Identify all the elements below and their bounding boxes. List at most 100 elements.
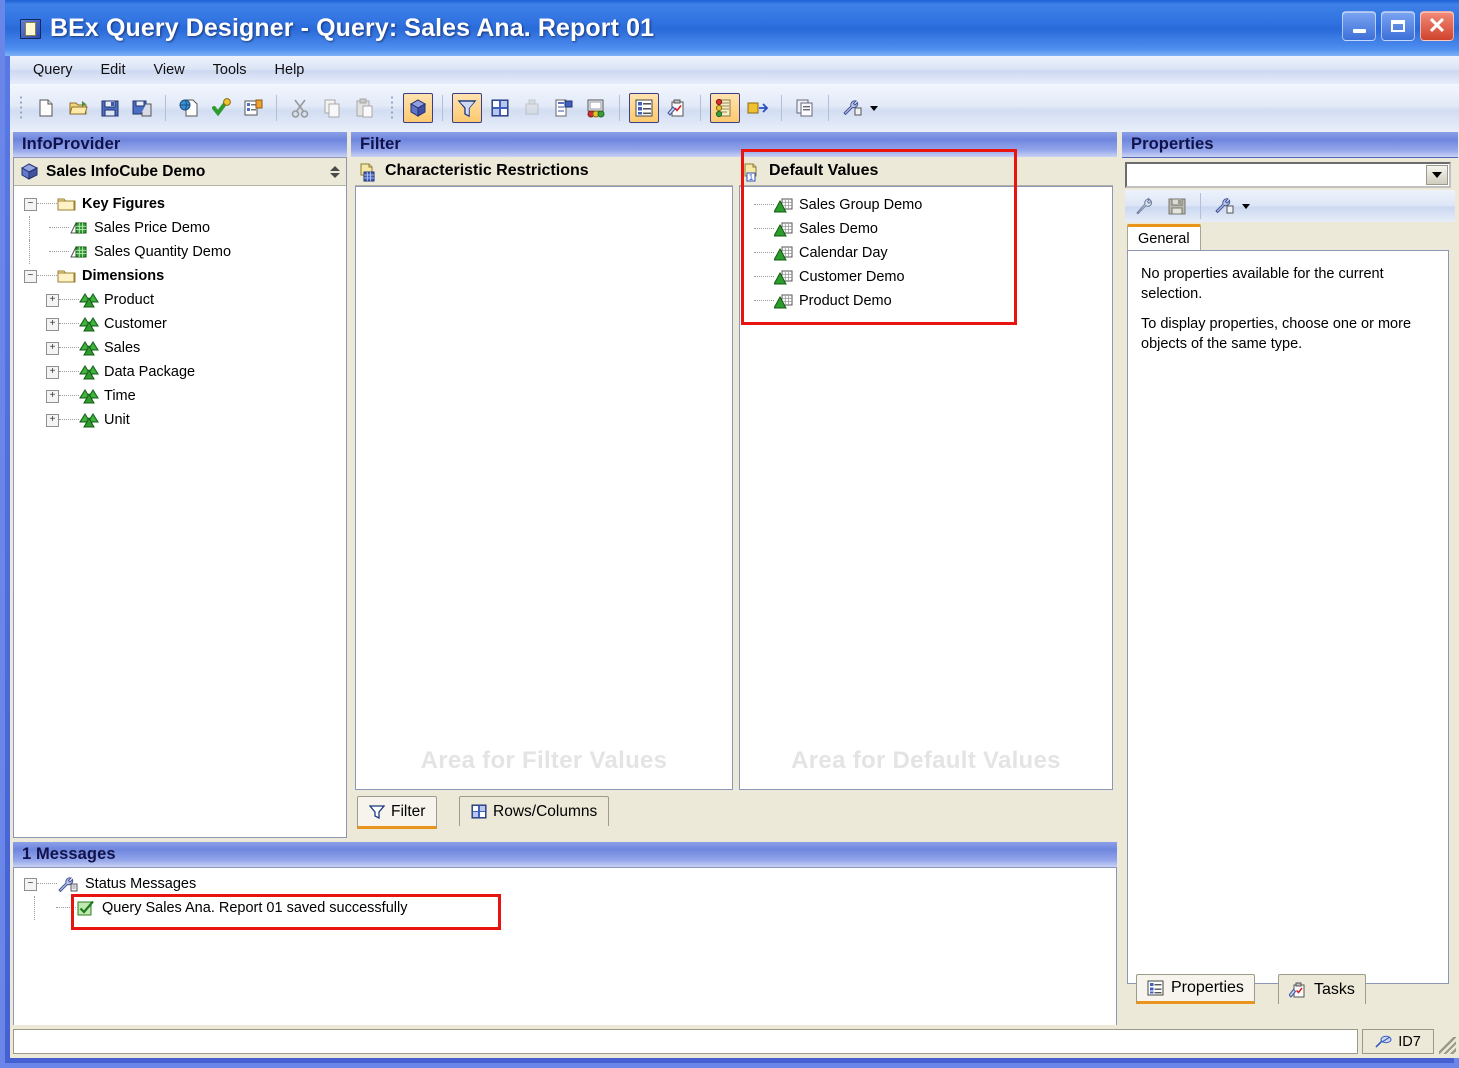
toolbar-grip-icon[interactable] — [19, 95, 23, 121]
characteristic-restrictions-area[interactable]: Area for Filter Values — [355, 186, 733, 790]
rows-columns-button[interactable] — [486, 94, 514, 122]
paste-button[interactable] — [350, 94, 378, 122]
folder-icon — [57, 268, 76, 285]
tree-node-product[interactable]: + Product — [14, 288, 346, 312]
tree-label: Data Package — [104, 364, 196, 380]
messages-button[interactable] — [710, 93, 740, 123]
tree-node-sales[interactable]: + Sales — [14, 336, 346, 360]
messages-panel: 1 Messages − Status Messages Query Sales… — [13, 842, 1117, 1027]
filter-button[interactable] — [452, 93, 482, 123]
undo-button[interactable] — [1131, 192, 1159, 220]
where-used-button[interactable] — [744, 94, 772, 122]
collapse-icon[interactable]: − — [24, 877, 37, 891]
maximize-button[interactable] — [1381, 11, 1415, 41]
main-toolbar — [10, 84, 1459, 133]
tab-general[interactable]: General — [1127, 224, 1201, 251]
system-id-field[interactable]: ID7 — [1362, 1029, 1434, 1054]
tree-node-sales-price-demo[interactable]: Sales Price Demo — [14, 216, 346, 240]
default-values-list: Sales Group Demo Sales Demo Calendar Day… — [740, 187, 1112, 313]
conditions-button[interactable] — [550, 94, 578, 122]
query-properties-button[interactable] — [239, 94, 267, 122]
bottom-tab-tasks[interactable]: Tasks — [1278, 974, 1366, 1004]
default-value-item[interactable]: Customer Demo — [754, 265, 1112, 289]
minimize-button[interactable] — [1342, 11, 1376, 41]
settings-dropdown-icon[interactable] — [870, 105, 878, 111]
cut-button[interactable] — [286, 94, 314, 122]
tree-node-unit[interactable]: + Unit — [14, 408, 346, 432]
properties-content: No properties available for the current … — [1127, 250, 1449, 984]
tree-label: Product — [104, 292, 154, 308]
properties-title: Properties — [1131, 135, 1214, 153]
infocube-header[interactable]: Sales InfoCube Demo — [14, 158, 346, 186]
infoprovider-panel: InfoProvider Sales InfoCube Demo − Key F… — [13, 132, 347, 838]
toolbar-grip-2-icon[interactable] — [390, 95, 394, 121]
expand-icon[interactable]: + — [46, 341, 59, 355]
documents-button[interactable] — [791, 94, 819, 122]
expand-icon[interactable]: + — [46, 365, 59, 379]
properties-settings-button[interactable] — [1210, 192, 1238, 220]
default-value-item[interactable]: Product Demo — [754, 289, 1112, 313]
settings-button[interactable] — [838, 94, 866, 122]
default-value-item[interactable]: Sales Group Demo — [754, 193, 1112, 217]
tree-label: Sales Quantity Demo — [94, 244, 232, 260]
tree-label: Customer — [104, 316, 167, 332]
open-query-button[interactable] — [64, 94, 92, 122]
menu-item-edit[interactable]: Edit — [90, 59, 137, 81]
properties-object-selector[interactable] — [1125, 162, 1451, 188]
tasks-button[interactable] — [663, 94, 691, 122]
tree-node-customer[interactable]: + Customer — [14, 312, 346, 336]
expand-icon[interactable]: + — [46, 413, 59, 427]
collapse-icon[interactable]: − — [24, 269, 37, 283]
characteristic-restrictions-title: Characteristic Restrictions — [385, 162, 589, 179]
expand-icon[interactable]: + — [46, 389, 59, 403]
tab-rows-columns[interactable]: Rows/Columns — [459, 796, 610, 826]
messages-root-node[interactable]: − Status Messages — [14, 872, 1116, 896]
new-query-button[interactable] — [32, 94, 60, 122]
app-logo-icon — [19, 17, 41, 39]
key-figure-icon — [69, 220, 88, 237]
infoprovider-button[interactable] — [403, 93, 433, 123]
copy-button[interactable] — [318, 94, 346, 122]
menu-item-help[interactable]: Help — [264, 59, 316, 81]
menu-item-tools[interactable]: Tools — [202, 59, 258, 81]
status-bar: ID7 — [10, 1025, 1459, 1058]
menu-item-query[interactable]: Query — [22, 59, 84, 81]
filter-body: Characteristic Restrictions Area for Fil… — [351, 157, 1117, 838]
cell-definition-button[interactable] — [518, 94, 546, 122]
save-query-button[interactable] — [96, 94, 124, 122]
characteristic-restrictions-header: Characteristic Restrictions — [355, 157, 733, 186]
message-item[interactable]: Query Sales Ana. Report 01 saved success… — [14, 896, 1116, 920]
dimension-icon — [79, 340, 99, 357]
save-as-button[interactable] — [128, 94, 156, 122]
sort-toggle-icon[interactable] — [330, 165, 340, 178]
resize-grip-icon[interactable] — [1439, 1037, 1456, 1054]
default-values-watermark: Area for Default Values — [791, 747, 1061, 774]
check-query-button[interactable] — [207, 94, 235, 122]
menu-item-view[interactable]: View — [143, 59, 196, 81]
properties-message-2: To display properties, choose one or mor… — [1141, 316, 1412, 352]
filter-caption: Filter — [351, 132, 1117, 158]
close-button[interactable]: ✕ — [1420, 11, 1454, 41]
bottom-tab-properties[interactable]: Properties — [1136, 974, 1255, 1004]
dimension-icon — [79, 364, 99, 381]
tab-filter[interactable]: Filter — [357, 796, 438, 829]
tree-node-dimensions[interactable]: − Dimensions — [14, 264, 346, 288]
tree-node-data-package[interactable]: + Data Package — [14, 360, 346, 384]
chevron-down-icon[interactable] — [1426, 165, 1448, 185]
default-values-area[interactable]: Sales Group Demo Sales Demo Calendar Day… — [739, 186, 1113, 790]
publish-button[interactable] — [175, 94, 203, 122]
expand-icon[interactable]: + — [46, 317, 59, 331]
messages-caption: 1 Messages — [13, 842, 1117, 868]
properties-settings-dropdown-icon[interactable] — [1242, 203, 1250, 209]
tree-node-time[interactable]: + Time — [14, 384, 346, 408]
tree-node-key-figures[interactable]: − Key Figures — [14, 192, 346, 216]
tree-node-sales-quantity-demo[interactable]: Sales Quantity Demo — [14, 240, 346, 264]
title-bar: BEx Query Designer - Query: Sales Ana. R… — [5, 0, 1459, 56]
save-properties-button[interactable] — [1163, 192, 1191, 220]
properties-button[interactable] — [629, 93, 659, 123]
default-value-item[interactable]: Sales Demo — [754, 217, 1112, 241]
exceptions-button[interactable] — [582, 94, 610, 122]
expand-icon[interactable]: + — [46, 293, 59, 307]
collapse-icon[interactable]: − — [24, 197, 37, 211]
default-value-item[interactable]: Calendar Day — [754, 241, 1112, 265]
